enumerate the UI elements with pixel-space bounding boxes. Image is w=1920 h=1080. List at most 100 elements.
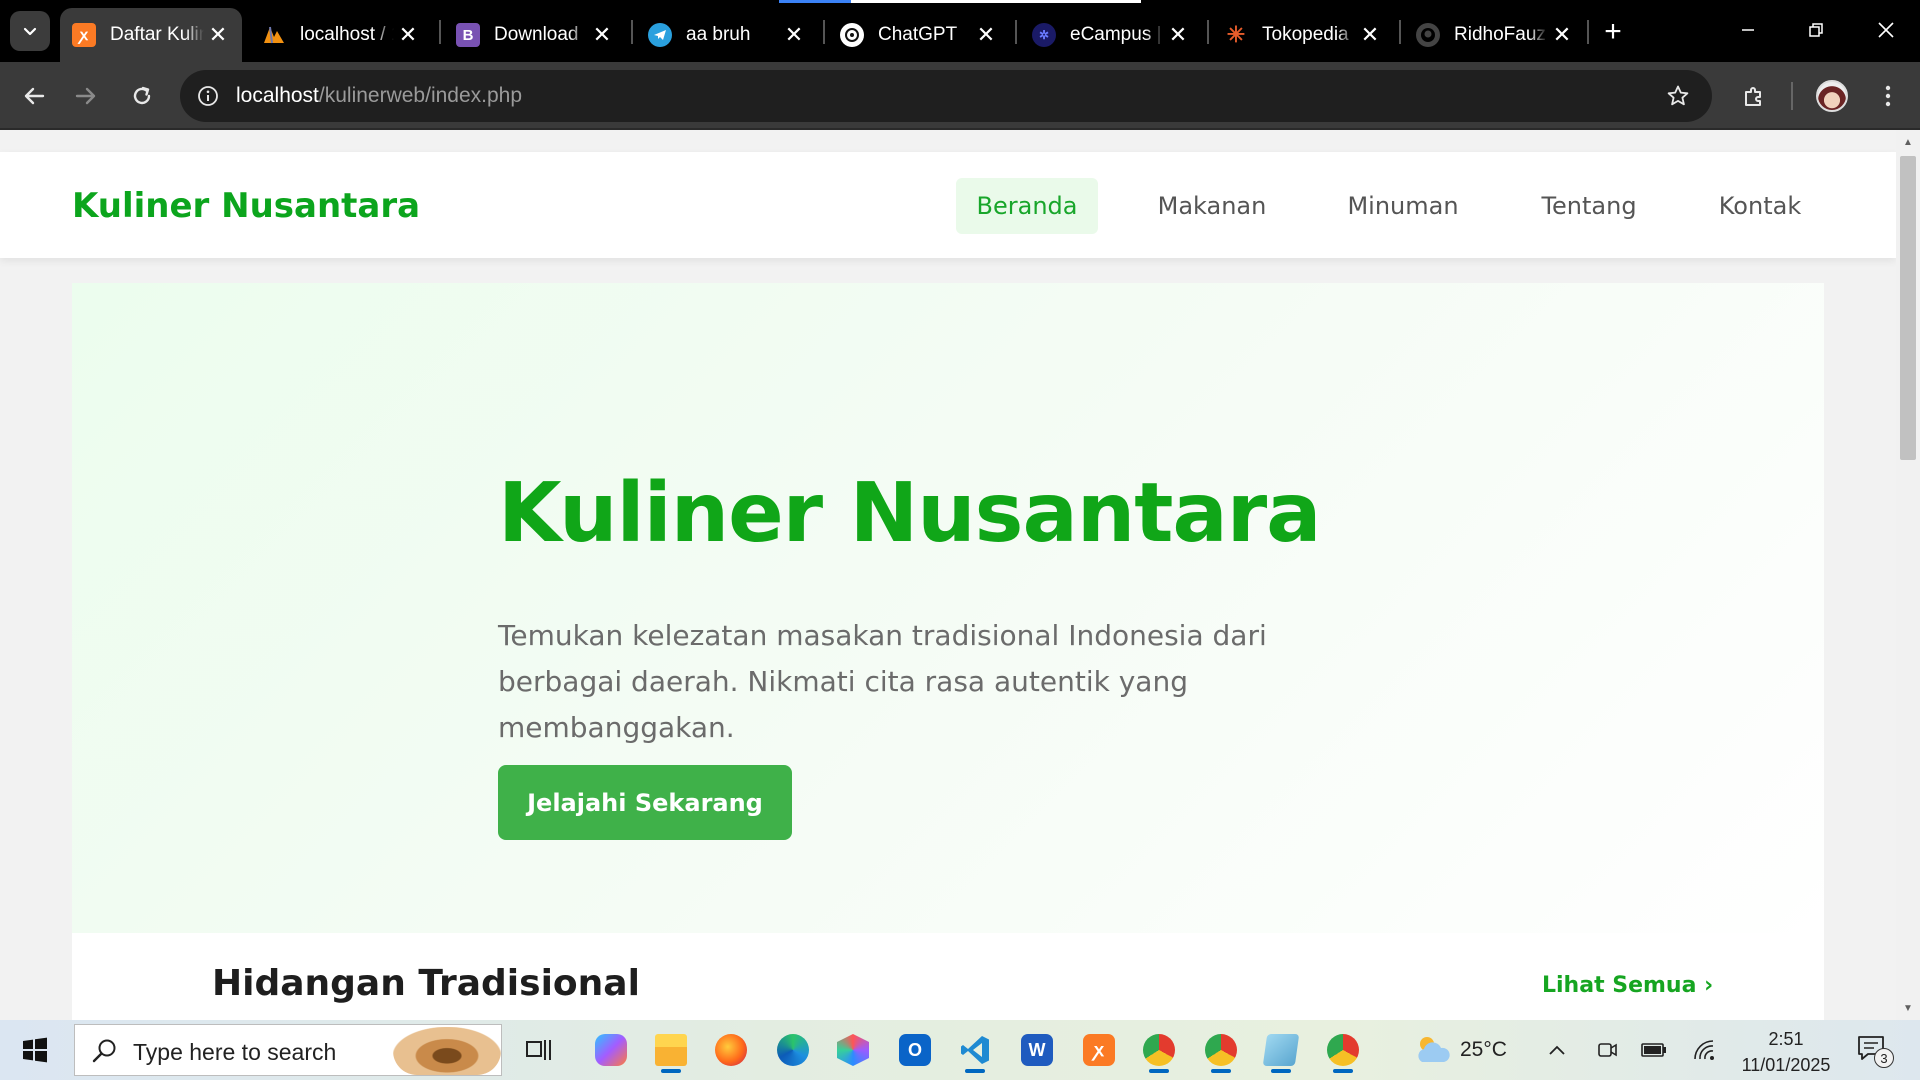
chatgpt-icon xyxy=(840,23,864,47)
nav-item-kontak[interactable]: Kontak xyxy=(1704,178,1816,234)
meet-now-button[interactable] xyxy=(1592,1020,1622,1080)
forward-button[interactable] xyxy=(66,76,106,116)
edge-button[interactable] xyxy=(770,1027,816,1073)
tab-tokopedia[interactable]: ✳ Tokopedia ✕ xyxy=(1212,8,1394,62)
close-icon[interactable]: ✕ xyxy=(1164,21,1192,49)
scroll-thumb[interactable] xyxy=(1900,156,1916,460)
close-icon[interactable]: ✕ xyxy=(204,21,232,49)
url-text[interactable]: localhost/kulinerweb/index.php xyxy=(236,84,522,108)
toolbar-divider xyxy=(1791,82,1793,110)
close-icon[interactable]: ✕ xyxy=(780,21,808,49)
new-tab-button[interactable]: + xyxy=(1596,15,1630,49)
close-icon[interactable]: ✕ xyxy=(972,21,1000,49)
hero-description: Temukan kelezatan masakan tradisional In… xyxy=(498,619,1267,744)
tab-separator xyxy=(439,20,441,44)
see-all-link[interactable]: Lihat Semua › xyxy=(1542,973,1713,998)
m365-button[interactable] xyxy=(830,1027,876,1073)
page-viewport: Kuliner Nusantara Kuliner Nusantara Temu… xyxy=(0,130,1896,1020)
minimize-button[interactable] xyxy=(1718,8,1778,52)
outlook-button[interactable]: O xyxy=(892,1027,938,1073)
tab-separator xyxy=(1587,20,1589,44)
minimize-icon xyxy=(1742,29,1754,31)
nav-item-minuman[interactable]: Minuman xyxy=(1330,178,1476,234)
bootstrap-icon: B xyxy=(456,23,480,47)
tab-title: aa bruh xyxy=(686,24,751,45)
restore-button[interactable] xyxy=(1786,8,1846,52)
tab-localhost[interactable]: localhost / 127 ✕ xyxy=(250,8,432,62)
weather-partly-cloudy-icon xyxy=(1418,1037,1450,1062)
copilot-button[interactable] xyxy=(588,1027,634,1073)
hero-title: Kuliner Nusantara xyxy=(498,466,1321,561)
tab-download[interactable]: B Download ✕ xyxy=(444,8,626,62)
chrome-profile-3-button[interactable] xyxy=(1320,1027,1366,1073)
windows-taskbar: Type here to search O W ꭗ 25°C 2:51 11/0… xyxy=(0,1020,1920,1080)
back-button[interactable] xyxy=(14,76,54,116)
task-view-button[interactable] xyxy=(516,1027,562,1073)
wifi-icon xyxy=(1694,1040,1714,1060)
back-arrow-icon xyxy=(24,87,45,105)
tab-search-button[interactable] xyxy=(10,11,50,51)
chrome-profile-3-icon xyxy=(1327,1034,1359,1066)
xampp-button[interactable]: ꭗ xyxy=(1076,1027,1122,1073)
main-container: Kuliner Nusantara Temukan kelezatan masa… xyxy=(72,283,1824,1020)
word-button[interactable]: W xyxy=(1014,1027,1060,1073)
running-indicator xyxy=(1149,1069,1169,1073)
tab-daftar-kuliner[interactable]: ꭗ Daftar Kuliner ✕ xyxy=(60,8,242,62)
battery-charging-icon xyxy=(1641,1043,1666,1057)
reload-button[interactable] xyxy=(122,76,162,116)
clock-time: 2:51 xyxy=(1768,1029,1804,1049)
close-icon[interactable]: ✕ xyxy=(588,21,616,49)
tab-chatgpt[interactable]: ChatGPT ✕ xyxy=(828,8,1010,62)
nav-item-makanan[interactable]: Makanan xyxy=(1140,178,1284,234)
address-bar[interactable]: localhost/kulinerweb/index.php xyxy=(180,70,1712,122)
start-button[interactable] xyxy=(12,1030,58,1070)
site-info-button[interactable] xyxy=(192,80,224,112)
file-explorer-button[interactable] xyxy=(648,1027,694,1073)
tab-separator xyxy=(631,20,633,44)
taskbar-search[interactable]: Type here to search xyxy=(74,1024,502,1076)
weather-temperature[interactable]: 25°C xyxy=(1460,1038,1507,1062)
chevron-up-icon xyxy=(1549,1045,1565,1055)
close-icon[interactable]: ✕ xyxy=(1548,21,1576,49)
nav-item-tentang[interactable]: Tentang xyxy=(1522,178,1656,234)
page-scrollbar[interactable]: ▲ ▼ xyxy=(1896,130,1920,1020)
tab-title: localhost / 127 xyxy=(300,24,394,45)
tab-ecampus[interactable]: ✲ eCampus | U ✕ xyxy=(1020,8,1202,62)
chrome-profile-1-button[interactable] xyxy=(1136,1027,1182,1073)
scroll-up-arrow-icon[interactable]: ▲ xyxy=(1896,132,1920,152)
search-icon xyxy=(92,1039,116,1063)
tab-github[interactable]: RidhoFauz ✕ xyxy=(1404,8,1586,62)
info-icon xyxy=(198,86,218,106)
close-icon[interactable]: ✕ xyxy=(1356,21,1384,49)
nav-item-beranda[interactable]: Beranda xyxy=(956,178,1098,234)
browser-menu-button[interactable] xyxy=(1868,76,1908,116)
site-brand[interactable]: Kuliner Nusantara xyxy=(72,186,420,226)
url-host: localhost xyxy=(236,84,319,107)
forward-arrow-icon xyxy=(75,87,96,105)
scroll-down-arrow-icon[interactable]: ▼ xyxy=(1896,998,1920,1018)
notepad-icon xyxy=(1262,1034,1300,1066)
firefox-button[interactable] xyxy=(708,1027,754,1073)
show-hidden-icons-button[interactable] xyxy=(1540,1020,1574,1080)
extensions-button[interactable] xyxy=(1734,76,1774,116)
network-button[interactable] xyxy=(1688,1020,1720,1080)
bookmark-button[interactable] xyxy=(1664,82,1692,110)
explore-now-button[interactable]: Jelajahi Sekarang xyxy=(498,765,792,840)
vscode-button[interactable] xyxy=(952,1027,998,1073)
reload-icon xyxy=(133,86,151,105)
chrome-profile-2-button[interactable] xyxy=(1198,1027,1244,1073)
tab-separator xyxy=(1207,20,1209,44)
battery-button[interactable] xyxy=(1638,1020,1670,1080)
puzzle-icon xyxy=(1745,87,1761,106)
plus-icon: + xyxy=(1604,15,1622,48)
tokopedia-icon: ✳ xyxy=(1226,22,1246,47)
notepad-button[interactable] xyxy=(1258,1027,1304,1073)
tab-separator xyxy=(823,20,825,44)
tab-telegram[interactable]: aa bruh ✕ xyxy=(636,8,818,62)
running-indicator xyxy=(1271,1069,1291,1073)
notification-center-button[interactable]: 3 xyxy=(1856,1034,1894,1068)
profile-avatar[interactable] xyxy=(1816,80,1848,112)
close-icon[interactable]: ✕ xyxy=(394,21,422,49)
system-clock[interactable]: 2:51 11/01/2025 xyxy=(1730,1026,1842,1078)
window-close-button[interactable] xyxy=(1856,8,1916,52)
